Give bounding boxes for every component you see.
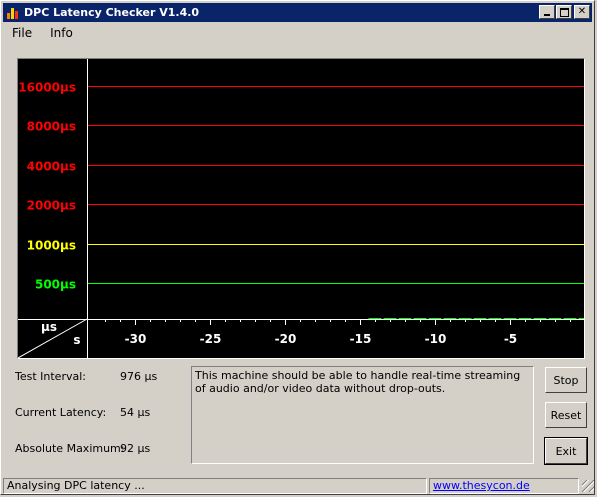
current-latency-label: Current Latency: (15, 406, 107, 419)
latency-bar (443, 318, 457, 319)
current-latency-value: 54 µs (120, 406, 151, 419)
x-tick-label: -25 (200, 332, 222, 346)
close-button[interactable]: ✕ (574, 5, 590, 19)
latency-bar (518, 318, 532, 319)
latency-bar (398, 318, 412, 319)
website-link[interactable]: www.thesycon.de (433, 479, 530, 492)
x-tick-label: -20 (275, 332, 297, 346)
latency-bar (533, 318, 547, 319)
reference-line-label: 16000µs (18, 81, 76, 95)
x-tick-label: -30 (125, 332, 147, 346)
test-interval-value: 976 µs (120, 370, 158, 383)
message-text: This machine should be able to handle re… (195, 369, 521, 395)
y-unit-label: µs (41, 320, 57, 334)
message-box: This machine should be able to handle re… (191, 366, 534, 464)
latency-chart-canvas: 16000µs 8000µs 4000µs 2000µs 1000µs 500µs µs s -… (18, 59, 584, 358)
menu-file[interactable]: File (3, 26, 41, 40)
status-link-pane: www.thesycon.de (429, 478, 579, 494)
app-window: DPC Latency Checker V1.4.0 ✕ File Info 1… (0, 0, 595, 495)
test-interval-label: Test Interval: (15, 370, 86, 383)
latency-bar (383, 318, 397, 319)
stop-button[interactable]: Stop (545, 367, 587, 393)
reference-line-label: 8000µs (27, 120, 76, 134)
latency-bar (458, 318, 472, 319)
latency-bar (563, 318, 577, 319)
reference-line-label: 4000µs (27, 160, 76, 174)
latency-bar (368, 318, 382, 319)
reset-button[interactable]: Reset (545, 402, 587, 428)
minimize-icon (544, 14, 550, 16)
maximize-icon (559, 7, 569, 17)
latency-bar (413, 318, 427, 319)
latency-bar (428, 318, 442, 319)
absolute-maximum-value: 92 µs (120, 442, 151, 455)
reference-line-label: 1000µs (27, 239, 76, 253)
x-unit-label: s (73, 333, 80, 347)
maximize-button[interactable] (556, 5, 572, 19)
latency-chart: 16000µs 8000µs 4000µs 2000µs 1000µs 500µs µs s -… (17, 58, 585, 359)
latency-bar (548, 318, 562, 319)
absolute-maximum-label: Absolute Maximum: (15, 442, 125, 455)
menu-bar: File Info (3, 23, 82, 43)
status-bar: Analysing DPC latency ... www.thesycon.d… (3, 478, 594, 494)
latency-bar (578, 318, 584, 319)
window-title: DPC Latency Checker V1.4.0 (24, 6, 200, 19)
latency-bar (473, 318, 487, 319)
reference-line-label: 2000µs (27, 199, 76, 213)
minimize-button[interactable] (539, 5, 555, 19)
title-bar[interactable]: DPC Latency Checker V1.4.0 ✕ (3, 3, 592, 22)
x-tick-label: -15 (350, 332, 372, 346)
app-icon (6, 6, 20, 20)
close-icon: ✕ (577, 6, 587, 17)
reference-line-label: 500µs (35, 278, 76, 292)
exit-button[interactable]: Exit (544, 437, 588, 465)
resize-grip[interactable] (582, 480, 594, 492)
menu-info[interactable]: Info (41, 26, 82, 40)
latency-bar (488, 318, 502, 319)
x-tick-label: -5 (504, 332, 517, 346)
latency-bar (503, 318, 517, 319)
status-text: Analysing DPC latency ... (3, 478, 427, 494)
x-tick-label: -10 (425, 332, 447, 346)
